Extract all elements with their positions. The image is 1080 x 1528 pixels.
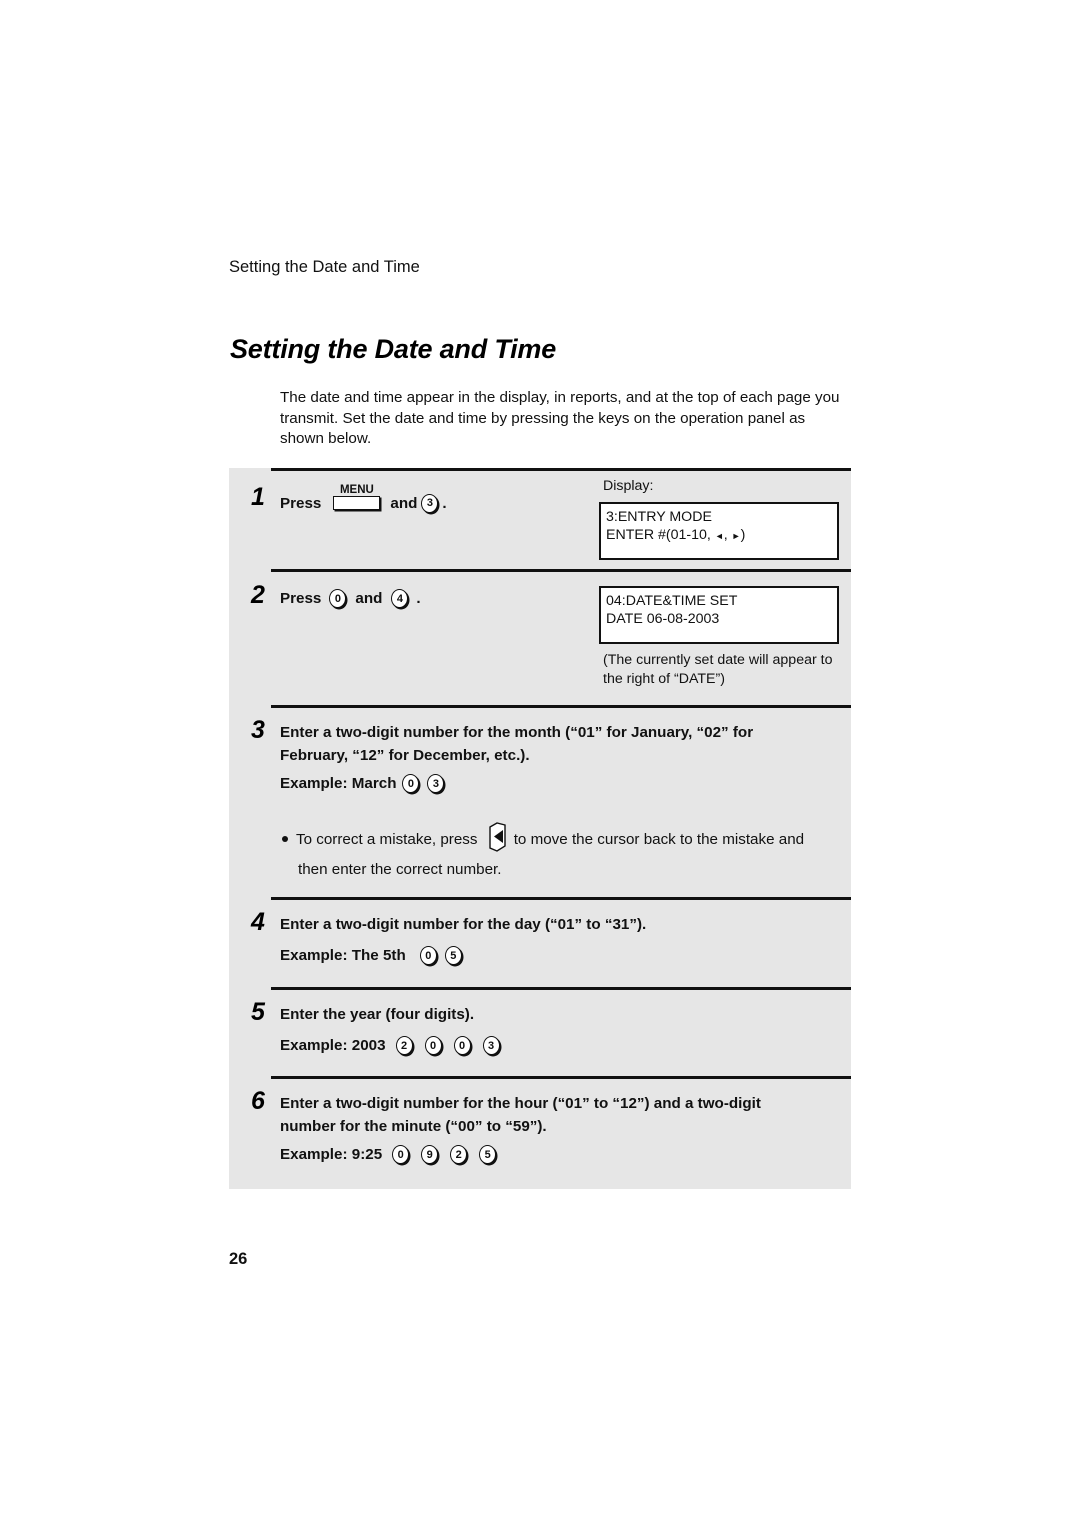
press-label: Press xyxy=(280,590,322,607)
lcd-line-1: 3:ENTRY MODE xyxy=(606,509,712,525)
number-key: 5 xyxy=(444,946,462,965)
lcd-line-2-text: ENTER #(01-10, xyxy=(606,527,711,543)
press-label: Press xyxy=(280,494,322,512)
left-arrow-key-icon xyxy=(489,822,506,852)
page-title: Setting the Date and Time xyxy=(230,334,557,364)
step-divider xyxy=(271,705,851,708)
number-key: 5 xyxy=(479,1145,497,1164)
and-label: and xyxy=(390,494,418,512)
number-key: 3 xyxy=(482,1036,500,1055)
number-key: 0 xyxy=(424,1036,442,1055)
tip-text-line-2: then enter the correct number. xyxy=(298,861,502,878)
number-key: 0 xyxy=(392,1145,410,1164)
example-label: Example: The 5th xyxy=(280,947,406,964)
step-divider xyxy=(271,897,851,900)
step-4-example: Example: The 5th 0 5 xyxy=(280,946,466,965)
separator: , xyxy=(723,527,728,543)
step-number: 3 xyxy=(251,716,265,744)
lcd-display-2: 04:DATE&TIME SET DATE 06-08-2003 xyxy=(599,586,839,644)
period: . xyxy=(416,590,421,607)
example-label: Example: March xyxy=(280,775,397,792)
number-key: 4 xyxy=(391,589,409,608)
step-divider xyxy=(271,569,851,572)
step-6-example: Example: 9:25 0 9 2 5 xyxy=(280,1145,500,1164)
step-text-line: February, “12” for December, etc.). xyxy=(280,746,530,764)
step-5-text: Enter the year (four digits). xyxy=(280,1006,475,1023)
lcd-line-2: DATE 06-08-2003 xyxy=(606,611,720,627)
step-1-instruction: Press MENU and 3 . xyxy=(280,484,447,516)
number-key: 2 xyxy=(395,1036,413,1055)
step-text-line: number for the minute (“00” to “59”). xyxy=(280,1117,547,1135)
number-key: 9 xyxy=(421,1145,439,1164)
step-2-instruction: Press 0 and 4 . xyxy=(280,589,421,608)
lcd-display-1: 3:ENTRY MODE ENTER #(01-10, ◄, ►) xyxy=(599,502,839,560)
display-label: Display: xyxy=(603,478,654,494)
and-label: and xyxy=(355,590,383,607)
number-key: 0 xyxy=(453,1036,471,1055)
step-text-line: Enter a two-digit number for the month (… xyxy=(280,724,754,741)
step-5-example: Example: 2003 2 0 0 3 xyxy=(280,1036,504,1055)
step-number: 1 xyxy=(251,483,265,511)
step-number: 6 xyxy=(251,1087,265,1115)
step-number: 4 xyxy=(251,908,265,936)
period: . xyxy=(442,494,447,512)
number-key: 3 xyxy=(421,493,439,513)
lcd-line-1: 04:DATE&TIME SET xyxy=(606,593,738,609)
left-arrow-icon: ◄ xyxy=(714,531,724,541)
menu-button-icon xyxy=(333,496,381,510)
step-3-example: Example: March 0 3 xyxy=(280,774,448,793)
example-label: Example: 2003 xyxy=(280,1037,386,1054)
step-divider xyxy=(271,987,851,990)
step-3-text: Enter a two-digit number for the month (… xyxy=(280,722,753,767)
step-number: 5 xyxy=(251,998,265,1026)
menu-key-label: MENU xyxy=(339,484,374,496)
lcd-line-2: ENTER #(01-10, ◄, ►) xyxy=(606,526,832,545)
step-number: 2 xyxy=(251,581,265,609)
step-divider xyxy=(271,1076,851,1079)
right-arrow-icon: ► xyxy=(731,531,741,541)
steps-panel: 1 Press MENU and 3 . Display: 3:ENTRY MO… xyxy=(229,468,851,1189)
example-label: Example: 9:25 xyxy=(280,1146,383,1163)
menu-key: MENU xyxy=(333,484,381,510)
page-number: 26 xyxy=(229,1250,248,1268)
step-6-text: Enter a two-digit number for the hour (“… xyxy=(280,1093,761,1138)
correction-tip: To correct a mistake, press to move the … xyxy=(280,822,840,884)
bullet-icon xyxy=(282,836,288,842)
tip-text-before: To correct a mistake, press xyxy=(296,831,478,849)
step-divider xyxy=(271,468,851,471)
running-header: Setting the Date and Time xyxy=(229,258,420,276)
number-key: 0 xyxy=(402,774,420,793)
tip-text-after: to move the cursor back to the mistake a… xyxy=(513,831,805,849)
close-paren: ) xyxy=(740,527,746,543)
intro-paragraph: The date and time appear in the display,… xyxy=(280,389,840,447)
step-text-line: Enter a two-digit number for the hour (“… xyxy=(280,1095,761,1112)
number-key: 3 xyxy=(427,774,445,793)
number-key: 0 xyxy=(419,946,437,965)
number-key: 0 xyxy=(329,589,347,608)
number-key: 2 xyxy=(450,1145,468,1164)
display-note: (The currently set date will appear to t… xyxy=(603,652,833,687)
step-4-text: Enter a two-digit number for the day (“0… xyxy=(280,916,647,933)
